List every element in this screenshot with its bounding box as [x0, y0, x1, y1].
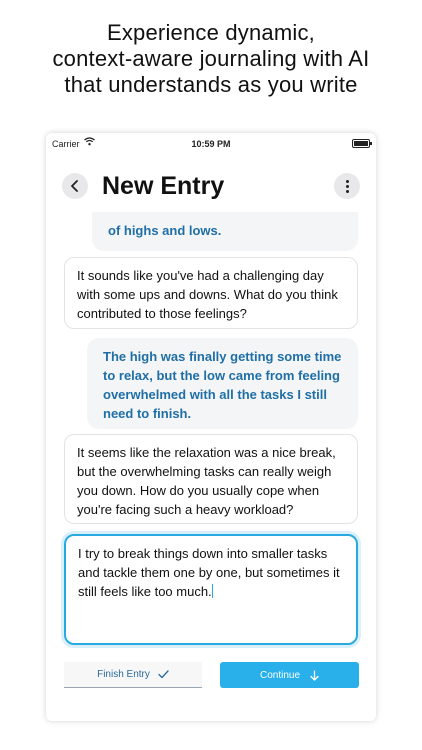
continue-button[interactable]: Continue [220, 662, 359, 688]
promo-headline: Experience dynamic, context-aware journa… [0, 20, 422, 98]
finish-entry-button[interactable]: Finish Entry [64, 662, 202, 688]
promo-line-1: Experience dynamic, [106, 20, 315, 45]
chat-thread[interactable]: of highs and lows. It sounds like you've… [46, 212, 376, 527]
user-message: of highs and lows. [92, 212, 358, 251]
journal-entry-input[interactable]: I try to break things down into smaller … [64, 534, 358, 645]
promo-line-3: that understands as you write [64, 72, 358, 97]
app-header: New Entry [46, 169, 376, 201]
battery-icon [352, 139, 372, 148]
chevron-left-icon [71, 180, 78, 192]
promo-line-2: context-aware journaling with AI [52, 46, 370, 71]
user-message: The high was finally getting some time t… [87, 338, 358, 429]
text-cursor [211, 584, 213, 598]
finish-entry-label: Finish Entry [97, 669, 150, 680]
phone-screen: Carrier 10:59 PM New Entry of highs and … [46, 133, 376, 721]
checkmark-icon [158, 670, 169, 679]
arrow-down-icon [310, 669, 319, 681]
journal-entry-text: I try to break things down into smaller … [78, 546, 340, 599]
back-button[interactable] [62, 173, 88, 199]
status-bar: Carrier 10:59 PM [46, 133, 376, 155]
ai-message: It sounds like you've had a challenging … [64, 257, 358, 329]
more-vertical-icon [345, 179, 349, 183]
more-options-button[interactable] [334, 173, 360, 199]
continue-label: Continue [259, 669, 301, 681]
ai-message: It seems like the relaxation was a nice … [64, 434, 358, 524]
status-time: 10:59 PM [191, 139, 231, 149]
page-title: New Entry [102, 172, 225, 200]
